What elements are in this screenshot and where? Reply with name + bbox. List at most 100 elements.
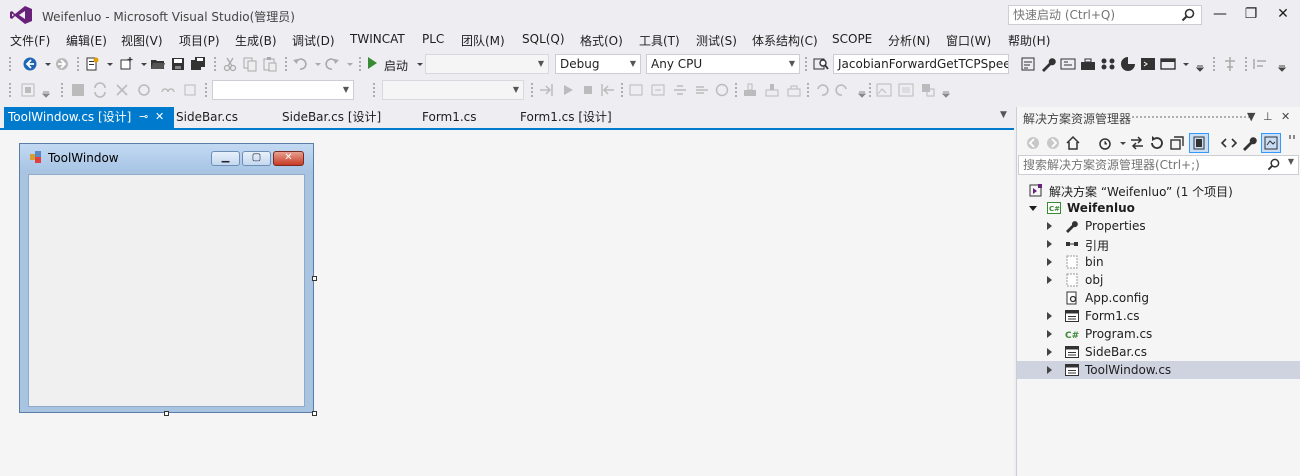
sync-icon[interactable] <box>92 82 108 98</box>
start-dropdown-icon[interactable] <box>412 56 423 72</box>
platform-combo[interactable]: Any CPU ▼ <box>646 54 800 74</box>
team-explorer-icon[interactable] <box>1100 56 1116 72</box>
back-dropdown-icon[interactable] <box>40 56 51 72</box>
layout-dropdown-icon[interactable] <box>1178 56 1189 72</box>
refresh-icon[interactable] <box>136 82 152 98</box>
toolbar-grip[interactable] <box>358 56 362 72</box>
expanded-arrow-icon[interactable] <box>1029 206 1037 211</box>
panel-close-icon[interactable]: ✕ <box>1281 110 1290 123</box>
start-debugging-icon[interactable] <box>368 57 377 69</box>
toolbar-overflow-icon[interactable] <box>854 82 867 98</box>
panel-options-dropdown-icon[interactable]: ▼ <box>1247 110 1255 123</box>
menu-view[interactable]: 视图(V) <box>121 32 163 49</box>
collapse-all-icon[interactable] <box>1169 135 1185 151</box>
tab-form1-design[interactable]: Form1.cs [设计] <box>516 107 612 128</box>
breakpoint-icon[interactable] <box>628 82 644 98</box>
view-code-icon[interactable] <box>1221 135 1237 151</box>
panel-pin-icon[interactable]: ⊥ <box>1263 110 1273 123</box>
properties-icon[interactable] <box>1241 135 1257 151</box>
toolbar-overflow-icon[interactable] <box>1274 56 1287 72</box>
sync-with-document-icon[interactable] <box>1129 135 1145 151</box>
resize-handle-corner[interactable] <box>312 411 317 416</box>
toolbar-grip[interactable] <box>284 56 288 72</box>
restore-button[interactable]: ❐ <box>1238 4 1264 24</box>
start-button-label[interactable]: 启动 <box>384 57 408 74</box>
tree-item[interactable]: obj <box>1017 271 1300 289</box>
search-options-dropdown-icon[interactable]: ▼ <box>1288 157 1294 166</box>
stop-icon[interactable] <box>580 82 596 98</box>
new-dropdown-icon[interactable] <box>102 56 113 72</box>
redo-icon[interactable] <box>324 56 340 72</box>
open-file-icon[interactable] <box>150 56 166 72</box>
menu-scope[interactable]: SCOPE <box>832 32 872 46</box>
collapsed-arrow-icon[interactable] <box>1047 312 1052 320</box>
comment-redo-icon[interactable] <box>834 82 850 98</box>
hex-display-icon[interactable] <box>714 82 730 98</box>
redo-dropdown-icon[interactable] <box>342 56 353 72</box>
menu-test[interactable]: 测试(S) <box>696 32 737 49</box>
font-size-combo[interactable]: ▼ <box>382 80 524 100</box>
toolbar-grip[interactable] <box>8 82 12 98</box>
show-all-files-icon[interactable] <box>1189 133 1209 153</box>
tab-toolwindow-design[interactable]: ToolWindow.cs [设计] ⊸ ✕ <box>4 107 174 128</box>
tab-list-dropdown-icon[interactable]: ▼ <box>1000 110 1012 124</box>
toolbar-grip[interactable] <box>1212 56 1216 72</box>
step-into-icon[interactable] <box>538 82 554 98</box>
search-icon[interactable] <box>1267 158 1280 171</box>
toolbar-grip[interactable] <box>76 56 80 72</box>
continue-icon[interactable] <box>560 82 576 98</box>
configuration-combo[interactable]: Debug ▼ <box>555 54 641 74</box>
panel-drag-grip[interactable] <box>1131 115 1251 120</box>
tree-item[interactable]: bin <box>1017 253 1300 271</box>
back-icon[interactable] <box>22 56 38 72</box>
solution-explorer-search[interactable]: ▼ <box>1018 155 1299 175</box>
menu-project[interactable]: 项目(P) <box>179 32 220 49</box>
menu-window[interactable]: 窗口(W) <box>946 32 991 49</box>
tree-item[interactable]: SideBar.cs <box>1017 343 1300 361</box>
menu-team[interactable]: 团队(M) <box>461 32 505 49</box>
collapsed-arrow-icon[interactable] <box>1047 348 1052 356</box>
solution-explorer-icon[interactable] <box>1020 56 1036 72</box>
preview-selected-items-icon[interactable] <box>1261 133 1281 153</box>
tab-sidebar-design[interactable]: SideBar.cs [设计] <box>278 107 381 128</box>
tree-item[interactable]: 引用 <box>1017 235 1300 253</box>
add-item-icon[interactable] <box>118 56 134 72</box>
solution-explorer-search-input[interactable] <box>1019 156 1267 174</box>
toolbar-grip[interactable] <box>1244 56 1248 72</box>
collapsed-arrow-icon[interactable] <box>1047 366 1052 374</box>
filter-dropdown-icon[interactable] <box>1115 135 1126 151</box>
form-client-area[interactable] <box>28 174 305 407</box>
quick-launch-input[interactable] <box>1009 6 1177 24</box>
search-icon[interactable] <box>1181 8 1195 22</box>
indent-icon[interactable] <box>1252 56 1268 72</box>
show-next-statement-icon[interactable] <box>694 82 710 98</box>
find-in-files-icon[interactable] <box>813 56 829 72</box>
pending-changes-filter-icon[interactable] <box>1097 135 1113 151</box>
save-icon[interactable] <box>170 56 186 72</box>
tab-sidebar-code[interactable]: SideBar.cs <box>172 107 238 128</box>
cut-icon[interactable] <box>222 56 238 72</box>
tree-item[interactable]: Properties <box>1017 217 1300 235</box>
align-icon[interactable] <box>1222 56 1238 72</box>
toolbar-grip[interactable] <box>868 82 872 98</box>
font-name-combo[interactable]: ▼ <box>212 80 354 100</box>
format-painter-icon[interactable] <box>160 82 176 98</box>
menu-edit[interactable]: 编辑(E) <box>66 32 107 49</box>
find-target-combo[interactable]: JacobianForwardGetTCPSpee <box>833 54 1009 74</box>
toolbox-icon[interactable] <box>1080 56 1096 72</box>
close-window-button[interactable]: ✕ <box>1270 4 1296 24</box>
extension-icon[interactable] <box>1120 56 1136 72</box>
resize-handle-right[interactable] <box>312 276 317 281</box>
toolbar-grip[interactable] <box>372 82 376 98</box>
toolbar-grip[interactable] <box>804 56 808 72</box>
window-layout-icon[interactable] <box>1160 56 1176 72</box>
bring-to-front-icon[interactable] <box>742 82 758 98</box>
toolbar-grip[interactable] <box>620 82 624 98</box>
set-property-icon[interactable] <box>182 82 198 98</box>
save-all-icon[interactable] <box>190 56 206 72</box>
toolbar-grip[interactable] <box>806 82 810 98</box>
image-icon[interactable] <box>876 82 892 98</box>
step-over-icon[interactable] <box>650 82 666 98</box>
menu-architecture[interactable]: 体系结构(C) <box>752 32 818 49</box>
copy-icon[interactable] <box>242 56 258 72</box>
